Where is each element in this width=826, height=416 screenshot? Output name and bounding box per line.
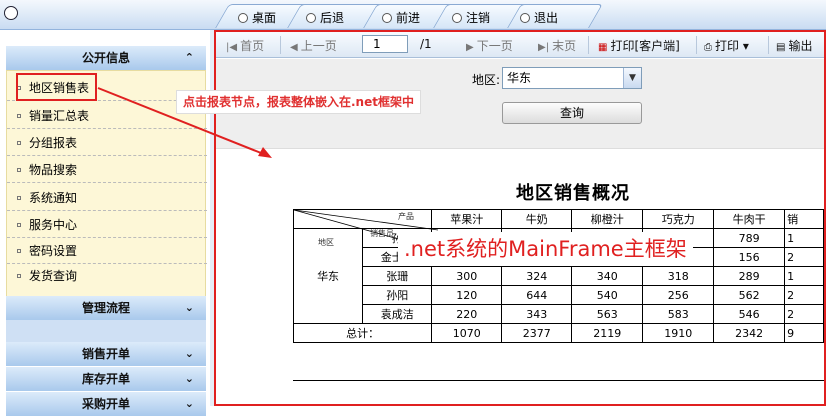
annotation-note: 点击报表节点，报表整体嵌入在.net框架中 xyxy=(176,90,421,114)
annotation-arrow xyxy=(97,87,272,158)
annotation-main: .net系统的MainFrame主框架 xyxy=(398,232,693,266)
